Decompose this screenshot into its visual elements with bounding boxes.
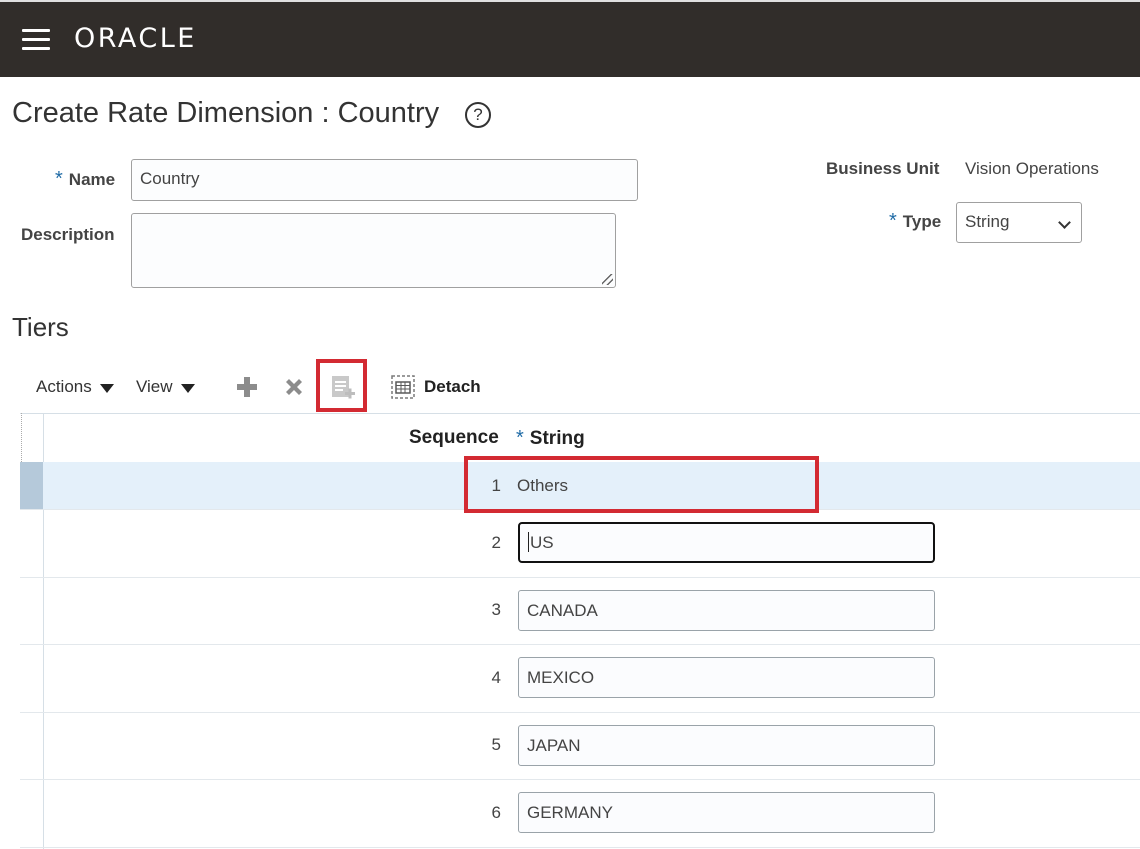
oracle-logo[interactable]: ORACLE bbox=[74, 23, 197, 54]
string-input[interactable]: US bbox=[518, 522, 935, 563]
type-select-value: String bbox=[965, 212, 1010, 231]
detach-icon bbox=[391, 375, 415, 399]
required-marker: * bbox=[516, 427, 524, 449]
type-select[interactable]: String bbox=[956, 202, 1082, 243]
table-row[interactable]: 3 CANADA bbox=[20, 578, 1140, 645]
column-separator bbox=[20, 413, 22, 462]
required-marker: * bbox=[889, 210, 897, 232]
delete-row-button[interactable] bbox=[283, 376, 305, 398]
highlight-box-insert bbox=[316, 359, 367, 412]
add-row-button[interactable] bbox=[236, 376, 258, 398]
type-label: * Type bbox=[889, 210, 942, 232]
string-input[interactable]: GERMANY bbox=[518, 792, 935, 833]
detach-label: Detach bbox=[424, 377, 481, 396]
string-input[interactable]: JAPAN bbox=[518, 725, 935, 766]
name-label: * Name bbox=[55, 168, 116, 190]
row-selector[interactable] bbox=[20, 462, 43, 509]
chevron-down-icon bbox=[1058, 216, 1071, 229]
business-unit-value: Vision Operations bbox=[965, 159, 1099, 178]
help-icon[interactable]: ? bbox=[465, 102, 491, 128]
tiers-section-title: Tiers bbox=[12, 312, 69, 342]
sequence-cell: 3 bbox=[491, 600, 501, 619]
sequence-cell: 2 bbox=[491, 533, 501, 552]
name-field[interactable]: Country bbox=[131, 159, 638, 201]
sequence-cell: 6 bbox=[491, 803, 501, 822]
string-input[interactable]: MEXICO bbox=[518, 657, 935, 698]
sequence-cell: 5 bbox=[491, 735, 501, 754]
row-selector[interactable] bbox=[20, 780, 43, 847]
required-marker: * bbox=[55, 168, 63, 190]
table-row[interactable]: 2 US bbox=[20, 510, 1140, 578]
view-menu[interactable]: View bbox=[136, 377, 195, 397]
caret-down-icon bbox=[99, 384, 114, 393]
row-selector[interactable] bbox=[20, 510, 43, 577]
table-row[interactable]: 4 MEXICO bbox=[20, 645, 1140, 713]
business-unit-label: Business Unit bbox=[826, 159, 940, 178]
top-navigation-bar: ORACLE bbox=[0, 0, 1140, 77]
page-title: Create Rate Dimension : Country bbox=[12, 97, 440, 129]
row-selector[interactable] bbox=[20, 645, 43, 712]
plus-icon bbox=[237, 377, 257, 397]
caret-down-icon bbox=[180, 384, 195, 393]
description-label: Description bbox=[21, 225, 115, 244]
highlight-box-row bbox=[464, 456, 819, 513]
column-header-sequence[interactable]: Sequence bbox=[409, 427, 499, 449]
resize-grip-icon[interactable] bbox=[602, 274, 613, 285]
string-input[interactable]: CANADA bbox=[518, 590, 935, 631]
description-field[interactable] bbox=[131, 213, 616, 288]
hamburger-menu-icon[interactable] bbox=[22, 29, 50, 51]
text-cursor bbox=[528, 532, 529, 552]
table-row[interactable]: 6 GERMANY bbox=[20, 780, 1140, 848]
sequence-cell: 4 bbox=[491, 668, 501, 687]
x-icon bbox=[286, 379, 302, 395]
column-header-string[interactable]: * String bbox=[516, 427, 585, 450]
actions-menu[interactable]: Actions bbox=[36, 377, 114, 397]
row-selector[interactable] bbox=[20, 578, 43, 644]
table-row[interactable]: 5 JAPAN bbox=[20, 713, 1140, 780]
row-selector[interactable] bbox=[20, 713, 43, 779]
